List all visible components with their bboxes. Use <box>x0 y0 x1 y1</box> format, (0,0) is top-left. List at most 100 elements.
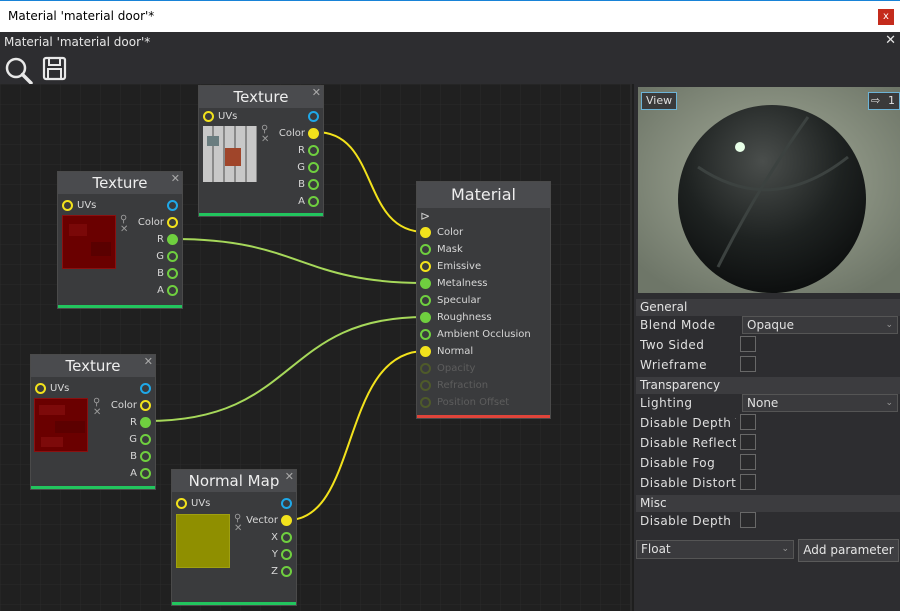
g-output-port[interactable] <box>140 434 151 445</box>
a-output-port[interactable] <box>308 196 319 207</box>
input-label-opacity: Opacity <box>437 363 476 374</box>
port-label: G <box>129 434 137 445</box>
disable-fog-checkbox[interactable] <box>740 454 756 470</box>
uvs-input-port[interactable] <box>203 111 214 122</box>
section-transparency[interactable]: Transparency <box>636 377 900 394</box>
r-output-port[interactable] <box>308 145 319 156</box>
texture-thumbnail <box>203 126 257 182</box>
port-label: G <box>297 162 305 173</box>
texture-object-port[interactable] <box>140 383 151 394</box>
disable-depth-write-checkbox[interactable] <box>740 512 756 528</box>
vector-output-port[interactable] <box>281 515 292 526</box>
a-output-port[interactable] <box>140 468 151 479</box>
a-output-port[interactable] <box>167 285 178 296</box>
two-sided-checkbox[interactable] <box>740 336 756 352</box>
port-label: R <box>130 417 137 428</box>
metalness-input-port[interactable] <box>420 278 431 289</box>
node-title: Material <box>417 182 550 208</box>
close-icon[interactable]: ✕ <box>285 466 294 488</box>
output-arrow-icon[interactable]: ⊳ <box>420 209 430 223</box>
port-label: Color <box>137 217 164 228</box>
g-output-port[interactable] <box>167 251 178 262</box>
b-output-port[interactable] <box>167 268 178 279</box>
texture-thumbnail <box>62 215 116 269</box>
section-misc[interactable]: Misc <box>636 495 900 512</box>
node-footer <box>58 305 182 308</box>
close-icon[interactable]: ✕ <box>144 351 153 373</box>
window-title: Material 'material door'* <box>8 9 155 23</box>
section-general[interactable]: General <box>636 299 900 316</box>
normal-input-port[interactable] <box>420 346 431 357</box>
uvs-input-port[interactable] <box>176 498 187 509</box>
wire-texture2-r-to-material-metalness <box>173 238 426 284</box>
parameter-type-value: Float <box>641 542 671 556</box>
window-close-button[interactable]: x <box>878 9 894 25</box>
y-output-port[interactable] <box>281 549 292 560</box>
material-preview[interactable]: View ⇨ 1 <box>638 87 900 293</box>
normal-map-node[interactable]: Normal Map ✕ UVs ⚲ ✕ Vector X Y Z <box>171 469 297 606</box>
close-icon[interactable]: ✕ <box>312 84 321 104</box>
color-input-port[interactable] <box>420 227 431 238</box>
port-label: UVs <box>218 111 238 122</box>
color-output-port[interactable] <box>308 128 319 139</box>
mask-input-port[interactable] <box>420 244 431 255</box>
uvs-input-port[interactable] <box>35 383 46 394</box>
uvs-input-port[interactable] <box>62 200 73 211</box>
b-output-port[interactable] <box>140 451 151 462</box>
wire-texture1-color-to-material-color <box>315 131 426 233</box>
node-title: Normal Map ✕ <box>172 470 296 492</box>
texture-object-port[interactable] <box>167 200 178 211</box>
search-icon[interactable] <box>4 56 33 85</box>
close-icon[interactable]: ✕ <box>171 168 180 190</box>
parameter-type-select[interactable]: Float ⌄ <box>636 540 794 559</box>
z-output-port[interactable] <box>281 566 292 577</box>
preview-sphere <box>638 87 900 293</box>
input-label-normal: Normal <box>437 346 474 357</box>
port-label: R <box>157 234 164 245</box>
clear-icon[interactable]: ✕ <box>120 224 128 235</box>
specular-input-port[interactable] <box>420 295 431 306</box>
r-output-port[interactable] <box>167 234 178 245</box>
input-label-refraction: Refraction <box>437 380 489 391</box>
save-icon[interactable] <box>42 56 70 84</box>
b-output-port[interactable] <box>308 179 319 190</box>
disable-depth-test-checkbox[interactable] <box>740 414 756 430</box>
emissive-input-port[interactable] <box>420 261 431 272</box>
clear-icon[interactable]: ✕ <box>261 134 269 145</box>
color-output-port[interactable] <box>167 217 178 228</box>
blend-mode-select[interactable]: Opaque ⌄ <box>742 316 898 334</box>
disable-distortion-checkbox[interactable] <box>740 474 756 490</box>
chevron-down-icon: ⌄ <box>885 398 893 408</box>
lighting-select[interactable]: None ⌄ <box>742 394 898 412</box>
view-button[interactable]: View <box>641 92 678 110</box>
x-output-port[interactable] <box>281 532 292 543</box>
texture-node[interactable]: Texture ✕ UVs ⚲ ✕ Color R G B A <box>57 171 183 309</box>
wireframe-checkbox[interactable] <box>740 356 756 372</box>
ambient-occlusion-input-port[interactable] <box>420 329 431 340</box>
disable-reflections-checkbox[interactable] <box>740 434 756 450</box>
lighting-label: Lighting <box>640 396 693 410</box>
material-node[interactable]: Material ⊳ Color Mask Emissive Metalness… <box>416 181 551 419</box>
two-sided-label: Two Sided <box>640 338 705 352</box>
wire-texture3-r-to-material-roughness <box>146 316 426 422</box>
roughness-input-port[interactable] <box>420 312 431 323</box>
color-output-port[interactable] <box>140 400 151 411</box>
node-graph-canvas[interactable]: Texture ✕ UVs ⚲ ✕ Color R G B A Texture ✕ … <box>0 84 630 611</box>
blend-mode-label: Blend Mode <box>640 318 716 332</box>
window-titlebar: Material 'material door'* x <box>0 0 900 32</box>
clear-icon[interactable]: ✕ <box>234 523 242 534</box>
add-parameter-button[interactable]: Add parameter <box>798 539 899 562</box>
texture-node[interactable]: Texture ✕ UVs ⚲ ✕ Color R G B A <box>30 354 156 490</box>
node-footer <box>199 213 323 216</box>
clear-icon[interactable]: ✕ <box>93 407 101 418</box>
texture-node[interactable]: Texture ✕ UVs ⚲ ✕ Color R G B A <box>198 85 324 217</box>
texture-object-port[interactable] <box>281 498 292 509</box>
disable-distortion-label: Disable Distortion <box>640 476 736 490</box>
g-output-port[interactable] <box>308 162 319 173</box>
editor-close-button[interactable]: ✕ <box>885 33 896 48</box>
texture-object-port[interactable] <box>308 111 319 122</box>
node-title: Texture ✕ <box>31 355 155 377</box>
lod-button[interactable]: ⇨ 1 <box>868 92 900 110</box>
input-label-metalness: Metalness <box>437 278 488 289</box>
r-output-port[interactable] <box>140 417 151 428</box>
